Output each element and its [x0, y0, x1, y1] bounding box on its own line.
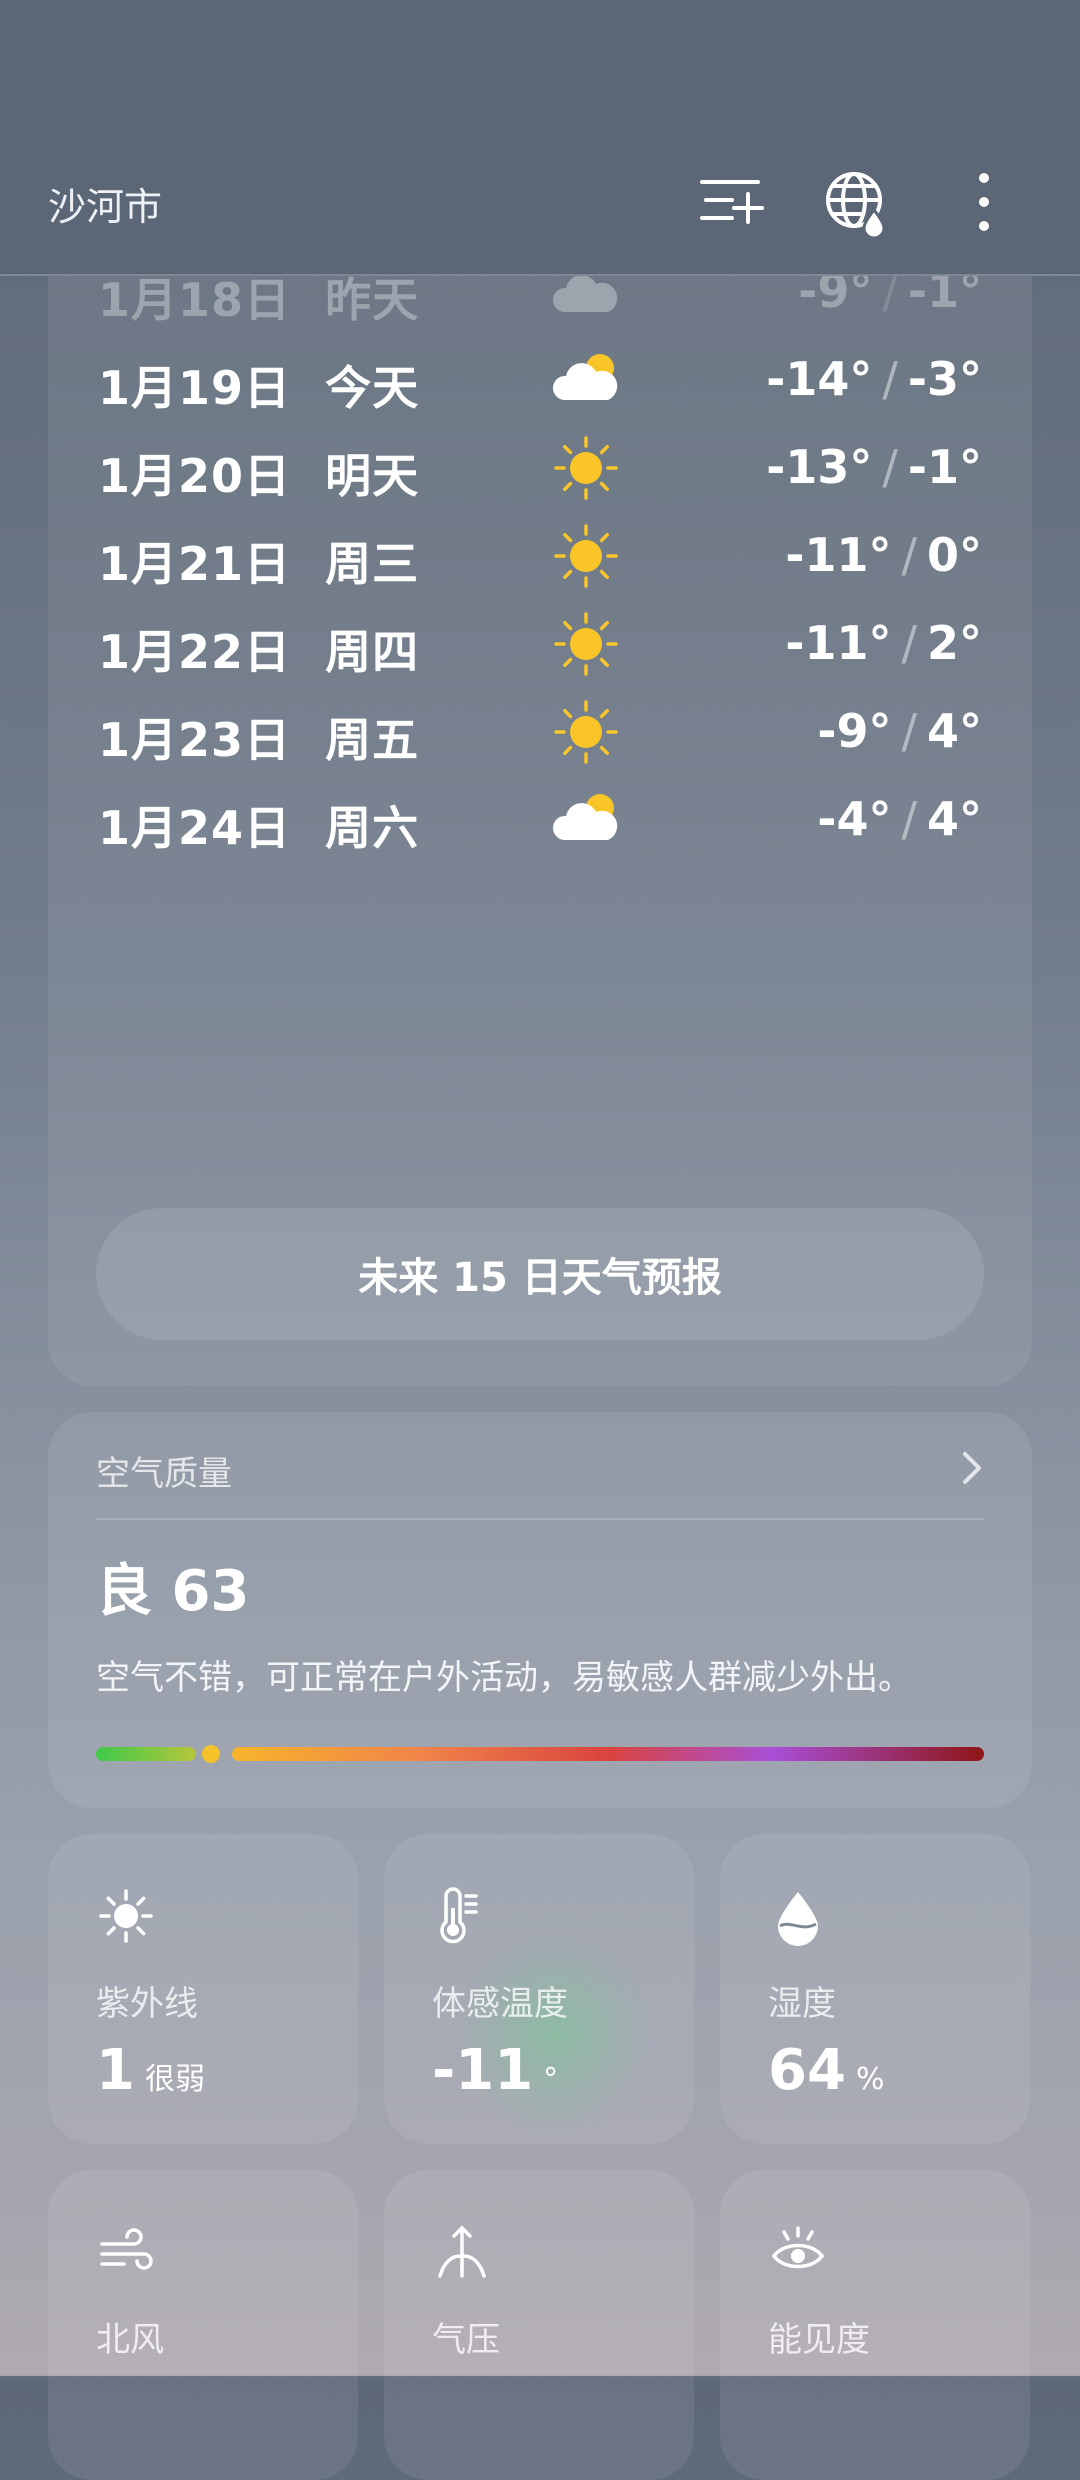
- uv-index-tile[interactable]: 紫外线 1 很弱: [48, 1834, 358, 2144]
- forecast-date: 1月20日 明天: [98, 449, 420, 503]
- low-temp: -9°: [817, 704, 892, 758]
- forecast-date: 1月23日 周五: [98, 713, 420, 767]
- tile-label: 湿度: [768, 1984, 836, 2024]
- sun-outline-icon: [96, 1886, 156, 1946]
- forecast-temperature-range: -4°/4°: [817, 792, 982, 846]
- low-temp: -11°: [785, 616, 892, 670]
- forecast-day-row[interactable]: 1月20日 明天 -13° / -1°: [48, 422, 1032, 512]
- forecast-temperature-range: -14° / -3°: [766, 352, 982, 406]
- forecast-day-row[interactable]: 1月21日 周三 -11°/0°: [48, 510, 1032, 600]
- tile-label: 能见度: [768, 2320, 870, 2360]
- temp-separator: /: [882, 352, 898, 406]
- forecast-temperature-range: -13° / -1°: [766, 440, 982, 494]
- low-temp: -14°: [766, 352, 873, 406]
- tile-value: 64%: [768, 2038, 885, 2103]
- temp-separator: /: [901, 792, 917, 846]
- manage-cities-icon[interactable]: [696, 166, 768, 238]
- humidity-tile[interactable]: 湿度 64%: [720, 1834, 1030, 2144]
- aqi-value: 良 63: [96, 1559, 250, 1624]
- tile-value: [768, 2374, 778, 2439]
- tile-value: [432, 2374, 442, 2439]
- forecast-date: 1月19日 今天: [98, 361, 420, 415]
- forecast-day-row[interactable]: 1月22日 周四 -11°/2°: [48, 598, 1032, 688]
- thermometer-icon: [432, 1886, 492, 1946]
- sun-icon: [548, 518, 624, 594]
- temp-separator: /: [901, 704, 917, 758]
- wind-tile[interactable]: 北风: [48, 2170, 358, 2480]
- high-temp: 4°: [926, 792, 982, 846]
- pressure-tile[interactable]: 气压: [384, 2170, 694, 2480]
- low-temp: -4°: [817, 792, 892, 846]
- forecast-day-row[interactable]: 1月23日 周五 -9°/4°: [48, 686, 1032, 776]
- daily-forecast-card: 1月18日 昨天 -9° / -1° 1月19日 今天 -14° / -3° 1月20日…: [48, 230, 1032, 1386]
- tile-label: 体感温度: [432, 1984, 568, 2024]
- temp-separator: /: [901, 616, 917, 670]
- low-temp: -11°: [785, 528, 892, 582]
- forecast-temperature-range: -9°/4°: [817, 704, 982, 758]
- tile-value: [96, 2374, 106, 2439]
- partly-cloudy-icon: [548, 342, 624, 418]
- tile-label: 紫外线: [96, 1984, 198, 2024]
- aqi-scale-bar: [96, 1745, 984, 1763]
- aqi-other-segment: [232, 1747, 984, 1761]
- forecast-temperature-range: -11°/2°: [785, 616, 982, 670]
- high-temp: -3°: [907, 352, 982, 406]
- forecast-date: 1月21日 周三: [98, 537, 420, 591]
- temp-separator: /: [901, 528, 917, 582]
- aqi-level-marker: [202, 1745, 220, 1763]
- sun-icon: [548, 430, 624, 506]
- fifteen-day-forecast-button[interactable]: 未来 15 日天气预报: [96, 1208, 984, 1340]
- air-quality-title: 空气质量: [96, 1454, 232, 1494]
- air-quality-card[interactable]: 空气质量 良 63 空气不错，可正常在户外活动，易敏感人群减少外出。: [48, 1412, 1032, 1808]
- aqi-good-segment: [96, 1747, 196, 1761]
- forecast-day-row[interactable]: 1月24日 周六 -4°/4°: [48, 774, 1032, 864]
- forecast-temperature-range: -11°/0°: [785, 528, 982, 582]
- high-temp: 0°: [926, 528, 982, 582]
- high-temp: -1°: [907, 440, 982, 494]
- temp-separator: /: [882, 440, 898, 494]
- chevron-right-icon[interactable]: [952, 1448, 992, 1488]
- tile-label: 北风: [96, 2320, 164, 2360]
- visibility-tile[interactable]: 能见度: [720, 2170, 1030, 2480]
- aqi-description: 空气不错，可正常在户外活动，易敏感人群减少外出。: [96, 1658, 912, 1698]
- sun-icon: [548, 606, 624, 682]
- high-temp: 4°: [926, 704, 982, 758]
- app-header: 沙河市: [0, 0, 1080, 276]
- sun-icon: [548, 694, 624, 770]
- humidity-drop-icon: [768, 1886, 828, 1946]
- tile-value: -11 °: [432, 2038, 559, 2103]
- low-temp: -13°: [766, 440, 873, 494]
- wind-icon: [96, 2222, 156, 2282]
- partly-cloudy-icon: [548, 782, 624, 858]
- tile-label: 气压: [432, 2320, 500, 2360]
- city-name[interactable]: 沙河市: [48, 176, 162, 231]
- divider: [96, 1518, 984, 1520]
- more-options-icon[interactable]: [948, 166, 1020, 238]
- forecast-date: 1月22日 周四: [98, 625, 420, 679]
- forecast-day-row[interactable]: 1月19日 今天 -14° / -3°: [48, 334, 1032, 424]
- forecast-date: 1月24日 周六: [98, 801, 420, 855]
- high-temp: 2°: [926, 616, 982, 670]
- feels-like-tile[interactable]: 体感温度 -11 °: [384, 1834, 694, 2144]
- tile-value: 1 很弱: [96, 2038, 205, 2103]
- globe-icon[interactable]: [822, 166, 894, 240]
- pressure-icon: [432, 2222, 492, 2282]
- eye-icon: [768, 2222, 828, 2282]
